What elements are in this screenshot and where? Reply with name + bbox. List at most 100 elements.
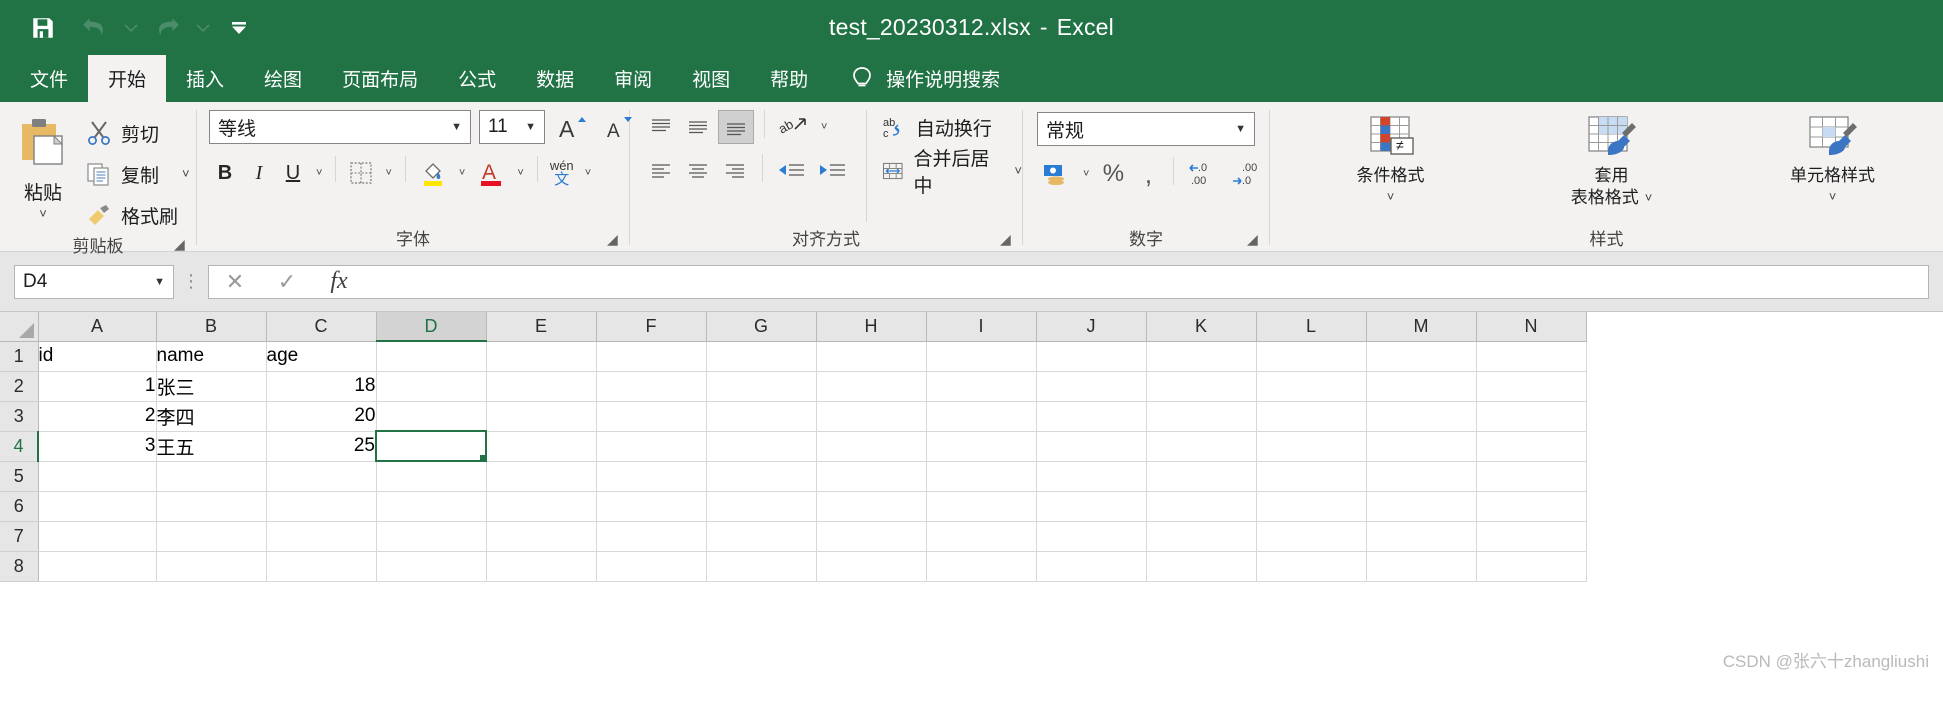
cell-C2[interactable]: 18 — [266, 371, 377, 402]
cell-G1[interactable] — [706, 341, 817, 372]
cell-G5[interactable] — [706, 461, 817, 492]
cell-J8[interactable] — [1036, 551, 1147, 582]
cell-J7[interactable] — [1036, 521, 1147, 552]
percent-style-button[interactable]: % — [1097, 157, 1129, 191]
column-header-i[interactable]: I — [926, 312, 1037, 342]
column-header-h[interactable]: H — [816, 312, 927, 342]
cell-M1[interactable] — [1366, 341, 1477, 372]
cell-K5[interactable] — [1146, 461, 1257, 492]
cell-I3[interactable] — [926, 401, 1037, 432]
underline-button[interactable]: U — [277, 156, 309, 190]
cancel-entry-button[interactable]: ✕ — [209, 265, 261, 299]
align-center-button[interactable] — [681, 154, 715, 188]
tell-me-search[interactable]: 操作说明搜索 — [850, 55, 1000, 102]
cell-I7[interactable] — [926, 521, 1037, 552]
cell-E5[interactable] — [486, 461, 597, 492]
tab-review[interactable]: 审阅 — [594, 55, 672, 102]
cell-A4[interactable]: 3 — [38, 431, 157, 462]
cell-A2[interactable]: 1 — [38, 371, 157, 402]
column-header-j[interactable]: J — [1036, 312, 1147, 342]
column-header-c[interactable]: C — [266, 312, 377, 342]
row-header-6[interactable]: 6 — [0, 491, 39, 522]
cell-N7[interactable] — [1476, 521, 1587, 552]
accounting-dropdown-icon[interactable]: ˅ — [1078, 157, 1094, 191]
cell-L3[interactable] — [1256, 401, 1367, 432]
cell-G6[interactable] — [706, 491, 817, 522]
cell-A6[interactable] — [38, 491, 157, 522]
cell-E8[interactable] — [486, 551, 597, 582]
undo-dropdown-button[interactable] — [118, 8, 144, 48]
cell-D1[interactable] — [376, 341, 487, 372]
column-header-f[interactable]: F — [596, 312, 707, 342]
increase-decimal-button[interactable]: .0 .00 — [1183, 157, 1223, 191]
cell-A1[interactable]: id — [38, 341, 157, 372]
orientation-button[interactable]: ab — [775, 110, 813, 144]
column-header-l[interactable]: L — [1256, 312, 1367, 342]
format-painter-button[interactable]: 格式刷 — [86, 198, 190, 232]
cell-A8[interactable] — [38, 551, 157, 582]
cell-styles-dropdown-icon[interactable]: ˅ — [1829, 190, 1837, 203]
align-bottom-button[interactable] — [718, 110, 754, 144]
tab-page-layout[interactable]: 页面布局 — [322, 55, 438, 102]
cell-M5[interactable] — [1366, 461, 1477, 492]
formula-input[interactable] — [365, 264, 1929, 299]
clipboard-dialog-launcher[interactable]: ◢ — [174, 237, 188, 251]
number-format-combobox[interactable]: 常规 ▼ — [1037, 112, 1255, 146]
tab-insert[interactable]: 插入 — [166, 55, 244, 102]
cell-H6[interactable] — [816, 491, 927, 522]
increase-font-size-button[interactable]: A — [553, 110, 591, 144]
cell-L5[interactable] — [1256, 461, 1367, 492]
column-header-n[interactable]: N — [1476, 312, 1587, 342]
tab-file[interactable]: 文件 — [10, 55, 88, 102]
cell-M8[interactable] — [1366, 551, 1477, 582]
cell-B6[interactable] — [156, 491, 267, 522]
cell-B8[interactable] — [156, 551, 267, 582]
cell-D4[interactable] — [375, 430, 487, 462]
cell-M2[interactable] — [1366, 371, 1477, 402]
cell-A5[interactable] — [38, 461, 157, 492]
tab-draw[interactable]: 绘图 — [244, 55, 322, 102]
redo-button[interactable] — [146, 8, 188, 48]
row-header-4[interactable]: 4 — [0, 431, 39, 462]
cell-K8[interactable] — [1146, 551, 1257, 582]
cell-H3[interactable] — [816, 401, 927, 432]
cut-button[interactable]: 剪切 — [86, 116, 190, 150]
phonetic-dropdown-icon[interactable]: ˅ — [580, 156, 596, 190]
font-name-combobox[interactable]: 等线 ▼ — [209, 110, 471, 144]
cell-H4[interactable] — [816, 431, 927, 462]
cell-N1[interactable] — [1476, 341, 1587, 372]
borders-button[interactable] — [344, 156, 378, 190]
underline-dropdown-icon[interactable]: ˅ — [311, 156, 327, 190]
cell-I5[interactable] — [926, 461, 1037, 492]
merge-and-center-button[interactable]: 合并后居中 ˅ — [881, 149, 1022, 197]
cell-F7[interactable] — [596, 521, 707, 552]
cell-C6[interactable] — [266, 491, 377, 522]
cell-B7[interactable] — [156, 521, 267, 552]
decrease-indent-button[interactable] — [773, 154, 811, 188]
cell-styles-button[interactable]: 单元格样式 ˅ — [1785, 110, 1881, 203]
cell-D5[interactable] — [376, 461, 487, 492]
cell-B4[interactable]: 王五 — [156, 431, 267, 462]
cell-G7[interactable] — [706, 521, 817, 552]
cell-B5[interactable] — [156, 461, 267, 492]
italic-button[interactable]: I — [243, 156, 275, 190]
cell-E1[interactable] — [486, 341, 597, 372]
conditional-formatting-dropdown-icon[interactable]: ˅ — [1387, 190, 1395, 203]
format-as-table-dropdown-icon[interactable]: ˅ — [1645, 191, 1653, 204]
cell-C3[interactable]: 20 — [266, 401, 377, 432]
cell-F5[interactable] — [596, 461, 707, 492]
row-header-2[interactable]: 2 — [0, 371, 39, 402]
column-header-k[interactable]: K — [1146, 312, 1257, 342]
tab-home[interactable]: 开始 — [88, 55, 167, 102]
paste-button[interactable]: 粘贴 ˅ — [0, 110, 86, 220]
column-header-e[interactable]: E — [486, 312, 597, 342]
cell-F1[interactable] — [596, 341, 707, 372]
row-header-7[interactable]: 7 — [0, 521, 39, 552]
cell-A7[interactable] — [38, 521, 157, 552]
cell-F2[interactable] — [596, 371, 707, 402]
undo-button[interactable] — [74, 8, 116, 48]
cell-J6[interactable] — [1036, 491, 1147, 522]
save-button[interactable] — [22, 8, 64, 48]
number-dialog-launcher[interactable]: ◢ — [1247, 232, 1261, 246]
cell-E4[interactable] — [486, 431, 597, 462]
